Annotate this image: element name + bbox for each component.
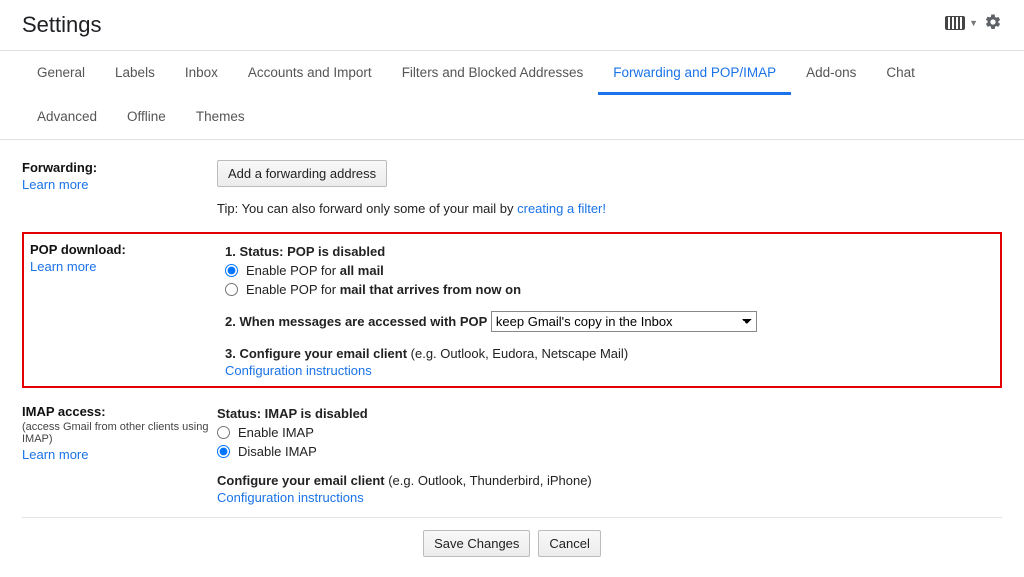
settings-gear-button[interactable] [984,13,1002,34]
create-filter-link[interactable]: creating a filter! [517,201,606,216]
settings-content: Forwarding: Learn more Add a forwarding … [0,140,1024,577]
pop-config-instructions-link[interactable]: Configuration instructions [225,363,372,378]
tab-chat[interactable]: Chat [871,51,930,95]
imap-learn-more-link[interactable]: Learn more [22,447,88,462]
tab-offline[interactable]: Offline [112,95,181,139]
tab-labels[interactable]: Labels [100,51,170,95]
gear-icon [984,13,1002,31]
imap-enable-radio[interactable] [217,426,230,439]
forwarding-section: Forwarding: Learn more Add a forwarding … [22,150,1002,226]
pop-learn-more-link[interactable]: Learn more [30,259,96,274]
pop-title: POP download: [30,242,225,257]
imap-disable-option[interactable]: Disable IMAP [217,444,1002,459]
pop-enable-from-now-label: Enable POP for mail that arrives from no… [246,282,521,297]
cancel-button[interactable]: Cancel [538,530,600,557]
save-changes-button[interactable]: Save Changes [423,530,530,557]
settings-tabs: General Labels Inbox Accounts and Import… [0,51,1024,140]
pop-enable-all-radio[interactable] [225,264,238,277]
keyboard-icon [945,16,965,30]
pop-when-select[interactable]: keep Gmail's copy in the Inbox [491,311,757,332]
tab-accounts[interactable]: Accounts and Import [233,51,387,95]
pop-configure-text: 3. Configure your email client (e.g. Out… [225,346,994,361]
tab-addons[interactable]: Add-ons [791,51,871,95]
chevron-down-icon: ▼ [969,18,978,28]
header-actions: ▼ [945,13,1002,34]
imap-enable-option[interactable]: Enable IMAP [217,425,1002,440]
footer-buttons: Save Changes Cancel [22,517,1002,567]
imap-title: IMAP access: [22,404,217,419]
tab-general[interactable]: General [22,51,100,95]
input-tools-button[interactable]: ▼ [945,16,978,30]
tab-forwarding-pop-imap[interactable]: Forwarding and POP/IMAP [598,51,791,95]
forwarding-tip: Tip: You can also forward only some of y… [217,201,1002,216]
pop-section: POP download: Learn more 1. Status: POP … [24,242,1000,378]
pop-status: 1. Status: POP is disabled [225,244,994,259]
tab-themes[interactable]: Themes [181,95,260,139]
pop-download-highlight-box: POP download: Learn more 1. Status: POP … [22,232,1002,388]
tab-advanced[interactable]: Advanced [22,95,112,139]
imap-subtitle: (access Gmail from other clients using I… [22,421,217,445]
pop-when-label: 2. When messages are accessed with POP [225,314,487,329]
forwarding-title: Forwarding: [22,160,217,175]
pop-enable-all-label: Enable POP for all mail [246,263,384,278]
imap-config-instructions-link[interactable]: Configuration instructions [217,490,364,505]
forwarding-tip-text: Tip: You can also forward only some of y… [217,201,517,216]
imap-configure-text: Configure your email client (e.g. Outloo… [217,473,1002,488]
imap-section: IMAP access: (access Gmail from other cl… [22,394,1002,515]
page-title: Settings [22,12,102,38]
header: Settings ▼ [0,0,1024,51]
tab-inbox[interactable]: Inbox [170,51,233,95]
imap-disable-label: Disable IMAP [238,444,317,459]
forwarding-learn-more-link[interactable]: Learn more [22,177,88,192]
imap-disable-radio[interactable] [217,445,230,458]
pop-enable-from-now-radio[interactable] [225,283,238,296]
pop-enable-all-mail-option[interactable]: Enable POP for all mail [225,263,994,278]
imap-status: Status: IMAP is disabled [217,406,1002,421]
imap-enable-label: Enable IMAP [238,425,314,440]
add-forwarding-address-button[interactable]: Add a forwarding address [217,160,387,187]
pop-enable-from-now-option[interactable]: Enable POP for mail that arrives from no… [225,282,994,297]
tab-filters[interactable]: Filters and Blocked Addresses [387,51,599,95]
